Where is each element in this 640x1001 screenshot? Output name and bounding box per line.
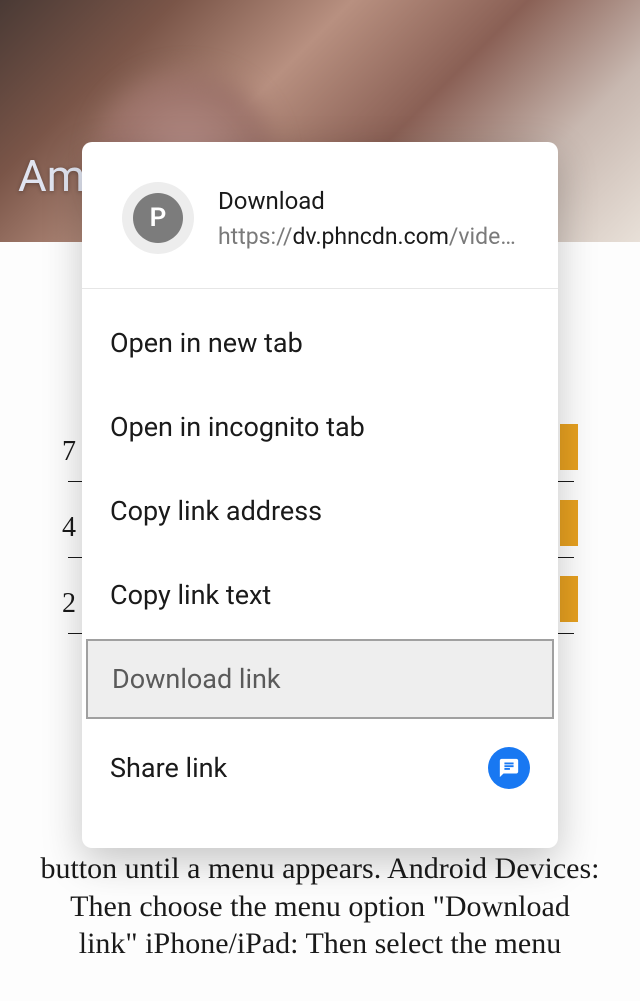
context-menu-items: Open in new tab Open in incognito tab Co… — [82, 289, 558, 848]
share-app-icon — [488, 747, 530, 789]
menu-item-share-link[interactable]: Share link — [82, 721, 558, 815]
menu-item-label: Open in incognito tab — [110, 411, 365, 443]
site-favicon-letter-icon: P — [133, 193, 183, 243]
menu-item-download-link[interactable]: Download link — [86, 639, 554, 719]
context-menu: P Download https://dv.phncdn.com/vide… O… — [82, 142, 558, 848]
menu-item-label: Open in new tab — [110, 327, 303, 359]
site-favicon-wrap: P — [122, 182, 194, 254]
menu-item-open-new-tab[interactable]: Open in new tab — [82, 301, 558, 385]
url-host: dv.phncdn.com — [293, 223, 449, 250]
menu-item-label: Copy link text — [110, 579, 271, 611]
menu-item-label: Copy link address — [110, 495, 322, 527]
menu-item-copy-text[interactable]: Copy link text — [82, 553, 558, 637]
context-menu-title: Download — [218, 187, 532, 215]
menu-item-copy-address[interactable]: Copy link address — [82, 469, 558, 553]
url-scheme: https:// — [218, 223, 293, 250]
menu-item-label: Download link — [112, 663, 281, 695]
menu-item-label: Share link — [110, 752, 227, 784]
context-menu-header: P Download https://dv.phncdn.com/vide… — [82, 142, 558, 289]
context-menu-url: https://dv.phncdn.com/vide… — [218, 223, 532, 250]
url-path: /vide… — [449, 223, 516, 250]
menu-item-open-incognito[interactable]: Open in incognito tab — [82, 385, 558, 469]
